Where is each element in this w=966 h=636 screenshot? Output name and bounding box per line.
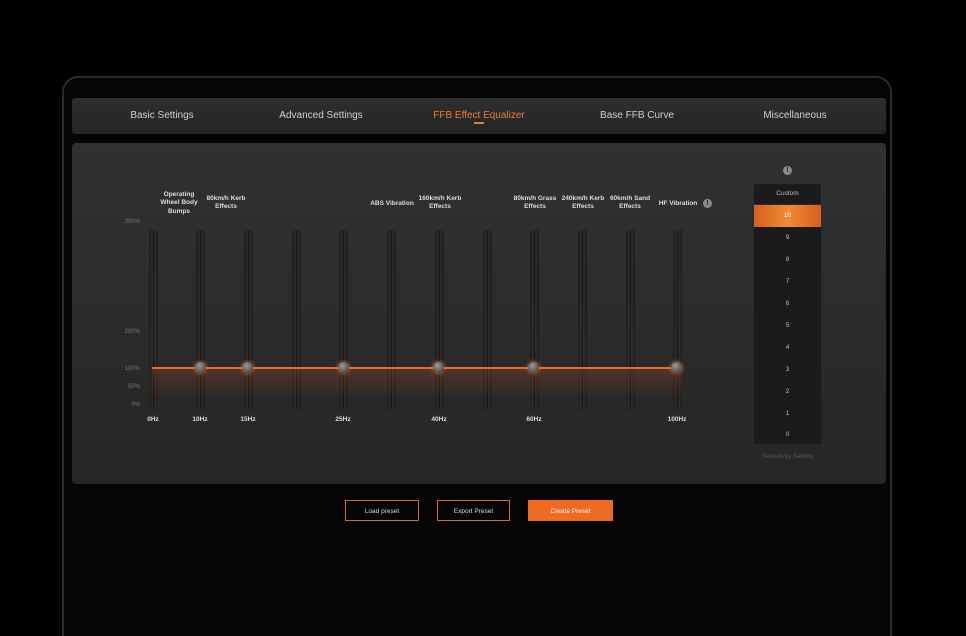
y-label-100: 100% [124,366,140,372]
band-label-80kmh-grass: 80km/h Grass Effects [513,195,557,211]
sensitivity-option-2[interactable]: 2 [754,381,821,403]
eq-glow [152,369,682,399]
sensitivity-option-10[interactable]: 10 [754,205,821,227]
sensitivity-option-3[interactable]: 3 [754,359,821,381]
freq-label: 60Hz [526,416,542,423]
sensitivity-info-icon[interactable]: ! [783,166,792,175]
tab-ffb-effect-equalizer[interactable]: FFB Effect Equalizer [424,98,534,134]
sensitivity-caption: Sensitivity Setting [761,453,814,460]
sensitivity-selector: Custom 10 9 8 7 6 5 4 3 2 1 0 [754,184,821,444]
tab-base-ffb-curve[interactable]: Base FFB Curve [597,98,677,134]
eq-knob-100hz[interactable] [671,362,682,373]
export-preset-button[interactable]: Export Preset [437,500,510,521]
freq-label: 25Hz [335,416,351,423]
y-label-0: 0% [131,402,140,408]
sensitivity-option-1[interactable]: 1 [754,403,821,425]
band-label-160kmh-kerb: 160km/h Kerb Effects [418,195,462,211]
y-label-200: 200% [124,329,140,335]
eq-knob-25hz[interactable] [338,362,349,373]
band-label-body-bumps: Operating Wheel Body Bumps [160,191,198,215]
eq-level-line [152,367,682,369]
band-label-60kmh-sand: 60km/h Sand Effects [609,195,651,211]
sensitivity-option-6[interactable]: 6 [754,293,821,315]
band-label-hf-vibration: HF Vibration [658,200,698,207]
create-preset-button[interactable]: Create Preset [528,500,613,521]
freq-label: 0Hz [147,416,159,423]
band-label-80kmh-kerb: 80km/h Kerb Effects [206,195,246,211]
active-tab-indicator [474,122,484,124]
eq-knob-15hz[interactable] [242,362,253,373]
eq-knob-60hz[interactable] [528,362,539,373]
sensitivity-header: Custom [754,184,821,205]
band-label-abs-vibration: ABS Vibration [370,200,414,207]
freq-label: 40Hz [431,416,447,423]
band-label-240kmh-kerb: 240km/h Kerb Effects [561,195,605,211]
tab-miscellaneous[interactable]: Miscellaneous [758,98,832,134]
eq-knob-40hz[interactable] [433,362,444,373]
y-label-50: 50% [127,384,140,390]
sensitivity-option-0[interactable]: 0 [754,425,821,444]
hf-vibration-info-icon[interactable]: ! [703,199,712,208]
tab-advanced-settings[interactable]: Advanced Settings [269,98,373,134]
sensitivity-option-7[interactable]: 7 [754,271,821,293]
sensitivity-option-9[interactable]: 9 [754,227,821,249]
freq-label: 15Hz [240,416,256,423]
tab-bar: Basic Settings Advanced Settings FFB Eff… [72,98,886,134]
eq-knob-10hz[interactable] [195,362,206,373]
tab-basic-settings[interactable]: Basic Settings [120,98,204,134]
freq-label: 10Hz [192,416,208,423]
sensitivity-option-8[interactable]: 8 [754,249,821,271]
sensitivity-option-5[interactable]: 5 [754,315,821,337]
freq-label: 100Hz [667,416,687,423]
y-label-300: 300% [124,219,140,225]
load-preset-button[interactable]: Load preset [345,500,419,521]
sensitivity-option-4[interactable]: 4 [754,337,821,359]
